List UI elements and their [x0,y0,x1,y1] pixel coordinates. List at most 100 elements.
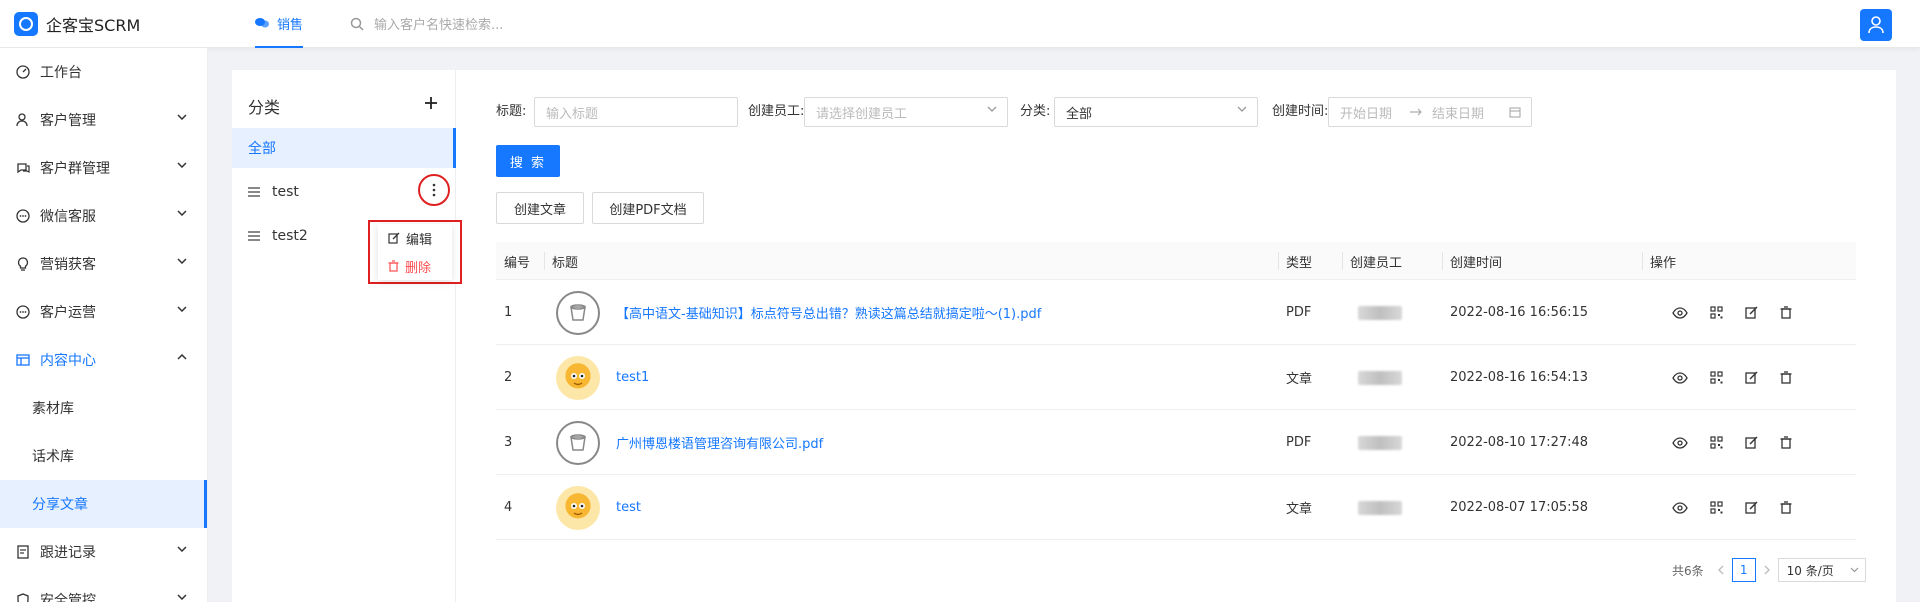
row-type: PDF [1286,305,1312,320]
time-filter-label: 创建时间: [1272,104,1329,119]
row-actions [1672,410,1792,475]
category-select-value: 全部 [1066,106,1093,122]
column-header-type: 类型 [1278,242,1312,280]
content-area: 标题: 输入标题 创建员工: 请选择创建员工 分类: 全部 创建时间: 开始日期… [496,70,1896,602]
row-id: 4 [504,500,513,515]
sidebar-item-marketing[interactable]: 营销获客 [0,240,207,288]
title-filter-placeholder: 输入标题 [546,106,599,122]
chevron-down-icon [177,210,187,216]
category-more-button[interactable] [418,174,450,206]
row-creator-redacted [1350,410,1402,475]
drag-handle-icon[interactable] [248,231,260,241]
date-range-picker[interactable]: 开始日期 结束日期 [1328,97,1532,127]
delete-category-button[interactable]: 删除 [378,252,452,280]
user-avatar-button[interactable] [1860,9,1892,41]
pdf-thumbnail-icon [556,421,600,465]
edit-icon[interactable] [1745,436,1758,449]
qr-code-icon[interactable] [1710,436,1723,449]
tab-sales[interactable]: 销售 [255,0,304,48]
creator-filter-label: 创建员工: [748,104,805,119]
sidebar-item-operations[interactable]: 客户运营 [0,288,207,336]
row-id: 3 [504,435,513,450]
row-title-link[interactable]: 【高中语文-基础知识】标点符号总出错？熟读这篇总结就搞定啦～(1).pdf [608,280,1041,345]
view-icon[interactable] [1672,306,1688,319]
row-type: 文章 [1286,502,1313,517]
brand[interactable]: 企客宝SCRM [14,12,140,36]
chevron-down-icon [177,546,187,552]
qr-code-icon[interactable] [1710,371,1723,384]
page-size-select[interactable]: 10 条/页 [1777,558,1866,582]
folder-icon [16,353,30,367]
category-panel: 分类 全部 test test2 编辑 删除 [232,70,462,602]
plus-icon [425,97,437,109]
chevron-down-icon [177,258,187,264]
edit-label: 编辑 [406,232,433,248]
sidebar-item-customers[interactable]: 客户管理 [0,96,207,144]
page-button-current[interactable]: 1 [1731,558,1756,582]
user-icon [1868,16,1884,34]
table-row: 2 test1 文章 2022-08-16 16:54:13 [496,345,1856,410]
sidebar-subitem-materials[interactable]: 素材库 [0,384,207,432]
create-pdf-button[interactable]: 创建PDF文档 [592,192,704,224]
sidebar-subitem-scripts[interactable]: 话术库 [0,432,207,480]
main-card: 分类 全部 test test2 编辑 删除 标题: 输入标题 创建员工: 请选… [232,70,1896,602]
qr-code-icon[interactable] [1710,306,1723,319]
creator-select-placeholder: 请选择创建员工 [816,106,908,122]
more-vertical-icon [432,183,436,197]
delete-icon[interactable] [1780,371,1792,384]
sidebar-item-followups[interactable]: 跟进记录 [0,528,207,576]
category-item-all[interactable]: 全部 [232,128,456,168]
sidebar-subitem-share-articles[interactable]: 分享文章 [0,480,207,528]
sidebar-item-label: 客户管理 [40,113,96,129]
row-time: 2022-08-16 16:56:15 [1450,305,1589,320]
sidebar-item-content-center[interactable]: 内容中心 [0,336,207,384]
delete-icon[interactable] [1780,436,1792,449]
bulb-icon [16,257,30,271]
qr-code-icon[interactable] [1710,501,1723,514]
sidebar-item-label: 工作台 [40,65,82,81]
row-actions [1672,280,1792,345]
sidebar-item-groups[interactable]: 客户群管理 [0,144,207,192]
delete-icon[interactable] [1780,501,1792,514]
sidebar-item-label: 跟进记录 [40,545,96,561]
edit-icon[interactable] [1745,306,1758,319]
sidebar-item-label: 微信客服 [40,209,96,225]
create-article-button[interactable]: 创建文章 [496,192,584,224]
search-button[interactable]: 搜 索 [496,145,560,177]
view-icon[interactable] [1672,436,1688,449]
title-filter-input[interactable]: 输入标题 [534,97,738,127]
category-select[interactable]: 全部 [1054,97,1258,127]
creator-select[interactable]: 请选择创建员工 [804,97,1008,127]
row-title-link[interactable]: 广州博恩楼语管理咨询有限公司.pdf [608,410,823,475]
view-icon[interactable] [1672,371,1688,384]
sidebar-item-wechat-service[interactable]: 微信客服 [0,192,207,240]
edit-category-button[interactable]: 编辑 [378,224,452,252]
arrow-right-icon [1410,108,1422,116]
edit-icon[interactable] [1745,501,1758,514]
view-icon[interactable] [1672,501,1688,514]
context-menu-list: 编辑 删除 [378,224,452,280]
sidebar-item-label: 内容中心 [40,353,96,369]
chevron-right-icon[interactable] [1764,565,1770,575]
cat-avatar-icon [556,486,600,530]
delete-icon[interactable] [1780,306,1792,319]
message-icon [16,305,30,319]
global-search-input[interactable]: 输入客户名快速检索... [350,14,503,33]
sidebar-item-workbench[interactable]: 工作台 [0,48,207,96]
chevron-left-icon[interactable] [1717,565,1724,575]
cat-avatar-icon [556,356,600,400]
sidebar-subitem-label: 分享文章 [32,497,88,513]
global-search-placeholder: 输入客户名快速检索... [374,18,504,33]
row-title-link[interactable]: test1 [608,345,649,410]
edit-icon[interactable] [1745,371,1758,384]
category-title: 分类 [248,98,281,117]
row-actions [1672,475,1792,540]
row-title-link[interactable]: test [608,475,641,540]
sidebar-item-label: 客户运营 [40,305,96,321]
add-category-button[interactable] [424,96,438,114]
app-title: 企客宝SCRM [46,16,141,35]
drag-handle-icon[interactable] [248,187,260,197]
column-header-id: 编号 [504,255,531,271]
column-header-actions: 操作 [1642,242,1676,280]
sidebar-item-security[interactable]: 安全管控 [0,576,207,602]
